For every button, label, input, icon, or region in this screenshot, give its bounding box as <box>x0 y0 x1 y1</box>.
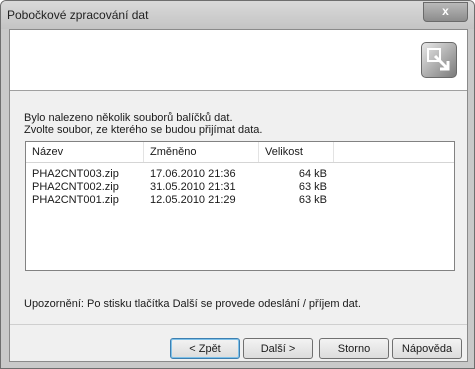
intro-line-2: Zvolte soubor, ze kterého se budou přijí… <box>24 124 263 136</box>
column-header-size[interactable]: Velikost <box>259 142 334 162</box>
close-icon: x <box>442 4 449 18</box>
file-name: PHA2CNT003.zip <box>32 168 119 180</box>
list-item[interactable]: PHA2CNT002.zip 31.05.2010 21:31 63 kB <box>26 181 454 194</box>
column-header-name[interactable]: Název <box>26 142 144 162</box>
intro-line-1: Bylo nalezeno několik souborů balíčků da… <box>24 112 233 124</box>
column-header-modified[interactable]: Změněno <box>144 142 259 162</box>
cancel-button[interactable]: Storno <box>319 338 389 359</box>
back-button[interactable]: < Zpět <box>170 338 240 359</box>
file-name: PHA2CNT001.zip <box>32 194 119 206</box>
help-button[interactable]: Nápověda <box>392 338 462 359</box>
column-header-filler <box>334 142 454 162</box>
file-modified: 31.05.2010 21:31 <box>150 181 236 193</box>
list-item[interactable]: PHA2CNT001.zip 12.05.2010 21:29 63 kB <box>26 194 454 207</box>
divider <box>10 324 467 325</box>
file-modified: 12.05.2010 21:29 <box>150 194 236 206</box>
file-name: PHA2CNT002.zip <box>32 181 119 193</box>
intro-text: Bylo nalezeno několik souborů balíčků da… <box>24 112 262 136</box>
file-size: 63 kB <box>298 181 327 193</box>
wizard-window: Pobočkové zpracování dat x Bylo nalezeno… <box>0 0 475 369</box>
list-item[interactable]: PHA2CNT003.zip 17.06.2010 21:36 64 kB <box>26 168 454 181</box>
file-size: 63 kB <box>298 194 327 206</box>
file-modified: 17.06.2010 21:36 <box>150 168 236 180</box>
window-title: Pobočkové zpracování dat <box>7 8 149 22</box>
notice-text: Upozornění: Po stisku tlačítka Další se … <box>24 298 361 310</box>
title-bar[interactable]: Pobočkové zpracování dat x <box>1 1 474 29</box>
close-button[interactable]: x <box>423 2 468 22</box>
list-header: Název Změněno Velikost <box>26 142 454 163</box>
file-size: 64 kB <box>298 168 327 180</box>
wizard-header <box>10 30 467 91</box>
next-button[interactable]: Další > <box>243 338 313 359</box>
wizard-arrow-icon <box>421 42 457 78</box>
dialog-body: Bylo nalezeno několik souborů balíčků da… <box>9 29 468 362</box>
file-list[interactable]: Název Změněno Velikost PHA2CNT003.zip 17… <box>25 141 455 271</box>
